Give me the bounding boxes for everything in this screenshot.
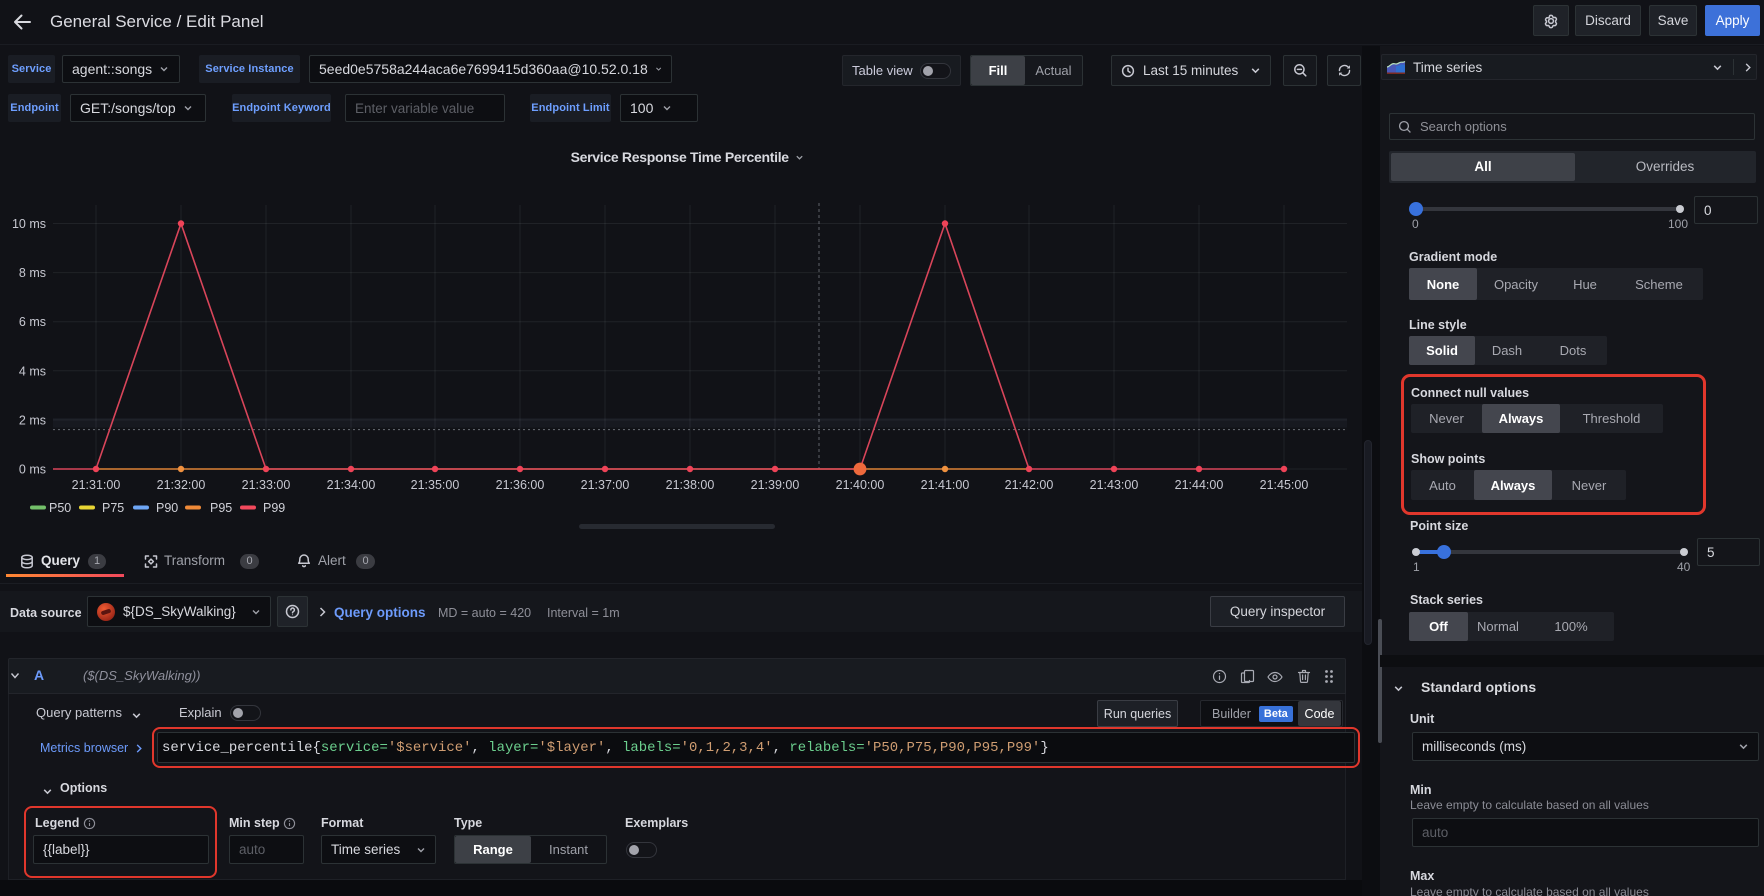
- svg-text:21:45:00: 21:45:00: [1260, 478, 1309, 492]
- svg-text:0 ms: 0 ms: [19, 463, 46, 477]
- svg-text:21:35:00: 21:35:00: [411, 478, 460, 492]
- svg-text:P75: P75: [102, 501, 124, 515]
- svg-text:6 ms: 6 ms: [19, 315, 46, 329]
- svg-text:21:39:00: 21:39:00: [751, 478, 800, 492]
- svg-text:21:40:00: 21:40:00: [836, 478, 885, 492]
- svg-text:21:44:00: 21:44:00: [1175, 478, 1224, 492]
- svg-text:21:41:00: 21:41:00: [921, 478, 970, 492]
- svg-text:21:34:00: 21:34:00: [327, 478, 376, 492]
- svg-text:P95: P95: [210, 501, 232, 515]
- svg-text:21:42:00: 21:42:00: [1005, 478, 1054, 492]
- svg-text:21:36:00: 21:36:00: [496, 478, 545, 492]
- svg-text:P90: P90: [156, 501, 178, 515]
- svg-text:21:33:00: 21:33:00: [242, 478, 291, 492]
- svg-text:21:43:00: 21:43:00: [1090, 478, 1139, 492]
- svg-text:10 ms: 10 ms: [12, 217, 46, 231]
- svg-text:8 ms: 8 ms: [19, 266, 46, 280]
- svg-text:4 ms: 4 ms: [19, 364, 46, 378]
- svg-text:21:37:00: 21:37:00: [581, 478, 630, 492]
- svg-text:P99: P99: [263, 501, 285, 515]
- svg-text:2 ms: 2 ms: [19, 413, 46, 427]
- svg-text:21:38:00: 21:38:00: [666, 478, 715, 492]
- svg-text:P50: P50: [49, 501, 71, 515]
- svg-text:21:32:00: 21:32:00: [157, 478, 206, 492]
- svg-text:21:31:00: 21:31:00: [72, 478, 121, 492]
